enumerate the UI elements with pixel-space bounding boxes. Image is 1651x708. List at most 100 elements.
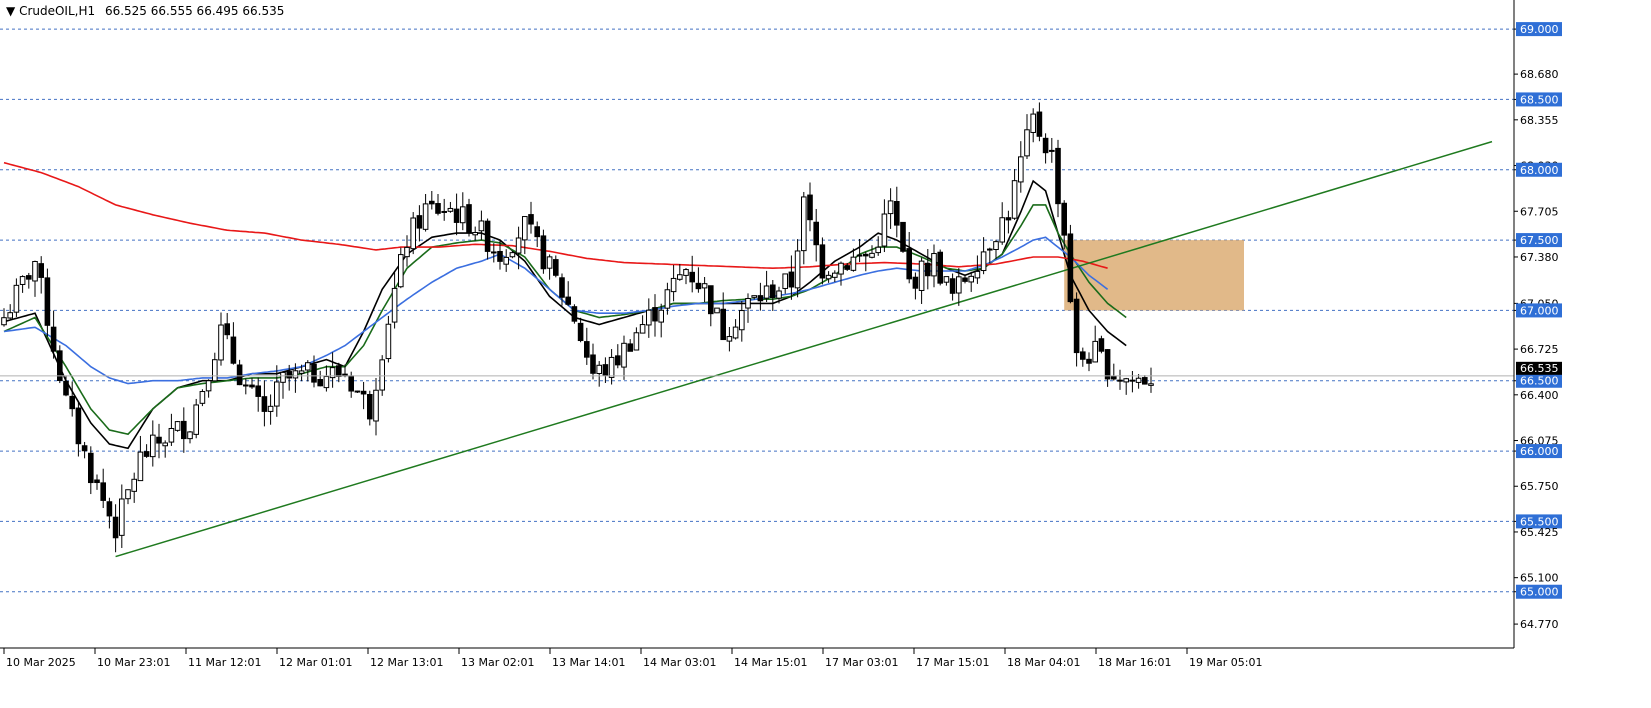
candle-body: [993, 241, 999, 251]
candle-body: [404, 246, 410, 258]
candle-body: [367, 394, 373, 420]
candle-body: [794, 250, 801, 289]
x-tick-label: 17 Mar 03:01: [825, 656, 898, 669]
level-price-label: 68.500: [1520, 93, 1559, 106]
candle-body: [906, 248, 913, 280]
candle-body: [869, 252, 875, 258]
candle-body: [596, 364, 603, 374]
candle-body: [546, 256, 553, 269]
candle-body: [987, 248, 993, 251]
x-tick-label: 18 Mar 04:01: [1007, 656, 1080, 669]
candle-body: [373, 389, 379, 422]
candle-body: [621, 342, 627, 368]
candle-body: [844, 265, 851, 270]
y-tick-label: 66.400: [1520, 389, 1559, 402]
candle-body: [379, 359, 385, 391]
candle-body: [484, 220, 491, 252]
x-tick-label: 12 Mar 01:01: [279, 656, 352, 669]
candle-body: [1049, 149, 1055, 152]
level-price-label: 66.000: [1520, 445, 1559, 458]
y-tick-label: 66.725: [1520, 343, 1559, 356]
candle-body: [807, 194, 813, 221]
candle-body: [478, 220, 485, 232]
candle-body: [503, 256, 509, 265]
candle-body: [131, 478, 137, 492]
candle-body: [559, 277, 565, 298]
candle-body: [75, 407, 82, 445]
candle-body: [422, 203, 429, 230]
y-tick-label: 65.425: [1520, 526, 1559, 539]
x-tick-label: 12 Mar 13:01: [370, 656, 443, 669]
candle-body: [193, 404, 199, 435]
candle-body: [429, 200, 435, 205]
candle-body: [782, 273, 789, 289]
y-tick-label: 68.355: [1520, 114, 1559, 127]
candle-body: [1055, 147, 1061, 205]
symbol-menu-icon[interactable]: ▼: [6, 4, 15, 18]
candle-body: [491, 251, 497, 254]
candle-body: [137, 451, 144, 482]
candle-body: [88, 452, 94, 484]
candle-body: [590, 354, 596, 374]
candle-body: [801, 196, 807, 252]
candle-body: [937, 251, 944, 284]
candle-body: [608, 356, 615, 378]
candle-body: [850, 256, 857, 271]
candle-body: [1005, 217, 1012, 221]
candle-body: [447, 207, 454, 212]
candle-body: [1073, 298, 1080, 354]
candle-body: [292, 370, 299, 379]
candle-body: [274, 381, 280, 407]
candle-body: [1086, 358, 1092, 364]
candle-body: [44, 277, 51, 326]
y-tick-label: 65.750: [1520, 480, 1559, 493]
candle-body: [813, 221, 820, 246]
level-price-label: 69.000: [1520, 23, 1559, 36]
candle-body: [751, 295, 758, 298]
current-price-label: 66.535: [1520, 362, 1559, 375]
candle-body: [652, 307, 658, 322]
candle-body: [708, 285, 714, 315]
candle-body: [143, 451, 150, 457]
candle-body: [410, 217, 416, 250]
candle-body: [323, 376, 330, 389]
price-chart[interactable]: 69.00068.68068.50068.35568.03068.00067.7…: [0, 0, 1651, 708]
candle-body: [1148, 383, 1154, 386]
candle-body: [658, 309, 665, 323]
candle-body: [602, 364, 609, 376]
candle-body: [1018, 156, 1024, 183]
candle-body: [515, 237, 522, 254]
candle-body: [863, 253, 869, 257]
candle-body: [763, 285, 770, 299]
candle-body: [819, 244, 826, 279]
candle-body: [894, 201, 900, 226]
candle-body: [968, 275, 975, 283]
candle-body: [962, 277, 968, 282]
candle-body: [856, 254, 863, 257]
candle-body: [435, 203, 441, 214]
candle-body: [565, 296, 572, 305]
candle-body: [931, 253, 937, 277]
candle-body: [317, 379, 323, 387]
candle-body: [1042, 137, 1049, 154]
candle-body: [286, 371, 292, 379]
x-tick-label: 18 Mar 16:01: [1098, 656, 1171, 669]
candle-body: [1098, 338, 1105, 352]
candle-body: [38, 263, 45, 278]
candle-body: [26, 275, 32, 280]
candle-body: [106, 501, 113, 517]
candle-body: [19, 276, 26, 285]
candle-body: [212, 359, 218, 382]
candle-body: [69, 395, 76, 410]
candle-body: [980, 251, 987, 272]
candle-body: [441, 210, 447, 213]
candle-body: [832, 272, 838, 278]
candle-body: [81, 445, 88, 452]
candle-body: [615, 355, 621, 366]
candle-body: [150, 434, 156, 458]
candle-body: [1, 317, 7, 326]
candle-body: [943, 276, 950, 283]
candle-body: [881, 213, 888, 247]
candle-body: [112, 516, 119, 539]
candle-body: [63, 380, 69, 396]
